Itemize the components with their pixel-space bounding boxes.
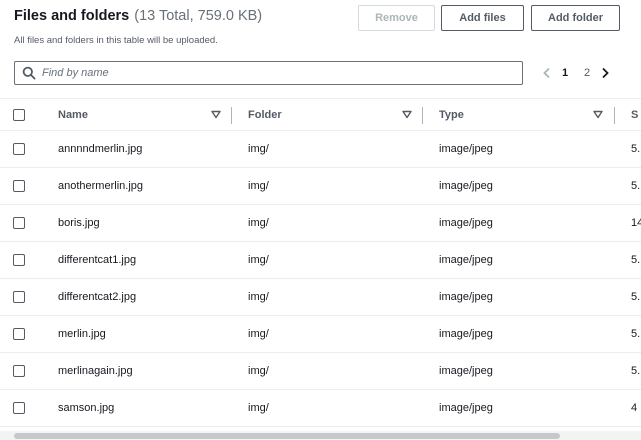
table-row[interactable]: differentcat2.jpg img/ image/jpeg 5. (0, 279, 641, 316)
cell-name: boris.jpg (58, 217, 100, 229)
column-header-folder[interactable]: Folder (248, 99, 282, 130)
cell-type: image/jpeg (439, 143, 493, 155)
search-icon (18, 62, 40, 84)
table-row[interactable]: anothermerlin.jpg img/ image/jpeg 5. (0, 168, 641, 205)
sort-name-icon[interactable] (210, 108, 222, 120)
cell-size: 5. (631, 180, 641, 192)
row-checkbox[interactable] (13, 180, 25, 192)
add-folder-button[interactable]: Add folder (531, 5, 620, 31)
cell-type: image/jpeg (439, 291, 493, 303)
column-divider[interactable] (231, 107, 232, 124)
cell-folder: img/ (248, 254, 269, 266)
cell-size: 14 (631, 217, 641, 229)
cell-folder: img/ (248, 291, 269, 303)
files-table: Name Folder Type S annnndmerlin.jpg img/… (0, 98, 641, 431)
chevron-left-icon[interactable] (540, 62, 554, 84)
cell-folder: img/ (248, 402, 269, 414)
table-header: Name Folder Type S (0, 99, 641, 131)
panel-title: Files and folders (14, 8, 130, 24)
files-counter: (13 Total, 759.0 KB) (134, 8, 263, 24)
cell-size: 5. (631, 143, 641, 155)
cell-folder: img/ (248, 217, 269, 229)
sort-type-icon[interactable] (592, 108, 604, 120)
table-row[interactable]: differentcat1.jpg img/ image/jpeg 5. (0, 242, 641, 279)
panel-header: Files and folders (13 Total, 759.0 KB) A… (14, 8, 262, 46)
add-files-button[interactable]: Add files (441, 5, 524, 31)
search-input[interactable]: Find by name (14, 61, 523, 85)
row-checkbox[interactable] (13, 143, 25, 155)
cell-name: anothermerlin.jpg (58, 180, 143, 192)
chevron-right-icon[interactable] (598, 62, 612, 84)
row-checkbox[interactable] (13, 217, 25, 229)
column-header-type[interactable]: Type (439, 99, 464, 130)
cell-type: image/jpeg (439, 365, 493, 377)
cell-size: 4 (631, 402, 638, 414)
table-row[interactable]: annnndmerlin.jpg img/ image/jpeg 5. (0, 131, 641, 168)
cell-size: 5. (631, 291, 641, 303)
column-divider[interactable] (422, 107, 423, 124)
cell-folder: img/ (248, 328, 269, 340)
cell-name: differentcat1.jpg (58, 254, 137, 266)
cell-size: 5. (631, 328, 641, 340)
cell-folder: img/ (248, 143, 269, 155)
select-all-checkbox[interactable] (13, 109, 25, 121)
row-checkbox[interactable] (13, 365, 25, 377)
cell-type: image/jpeg (439, 217, 493, 229)
cell-name: annnndmerlin.jpg (58, 143, 143, 155)
table-row[interactable]: boris.jpg img/ image/jpeg 14 (0, 205, 641, 242)
cell-name: merlinagain.jpg (58, 365, 133, 377)
cell-name: differentcat2.jpg (58, 291, 137, 303)
row-checkbox[interactable] (13, 328, 25, 340)
cell-folder: img/ (248, 365, 269, 377)
row-checkbox[interactable] (13, 291, 25, 303)
cell-type: image/jpeg (439, 402, 493, 414)
cell-name: merlin.jpg (58, 328, 106, 340)
remove-button[interactable]: Remove (358, 5, 435, 31)
cell-size: 5. (631, 365, 641, 377)
cell-name: samson.jpg (58, 402, 115, 414)
cell-folder: img/ (248, 180, 269, 192)
panel-description: All files and folders in this table will… (14, 35, 218, 46)
search-placeholder: Find by name (42, 67, 109, 79)
row-checkbox[interactable] (13, 254, 25, 266)
table-row[interactable]: samson.jpg img/ image/jpeg 4 (0, 390, 641, 427)
cell-type: image/jpeg (439, 254, 493, 266)
pagination: 1 2 (540, 62, 612, 84)
cell-type: image/jpeg (439, 328, 493, 340)
page-1-button[interactable]: 1 (554, 67, 576, 79)
sort-folder-icon[interactable] (401, 108, 413, 120)
scrollbar-thumb[interactable] (14, 433, 560, 439)
column-header-name[interactable]: Name (58, 99, 88, 130)
title-row: Files and folders (13 Total, 759.0 KB) (14, 8, 262, 26)
cell-size: 5. (631, 254, 641, 266)
table-row[interactable]: merlinagain.jpg img/ image/jpeg 5. (0, 353, 641, 390)
row-checkbox[interactable] (13, 402, 25, 414)
table-row[interactable]: merlin.jpg img/ image/jpeg 5. (0, 316, 641, 353)
column-header-size[interactable]: S (631, 99, 638, 130)
cell-type: image/jpeg (439, 180, 493, 192)
page-2-button[interactable]: 2 (576, 67, 598, 79)
column-divider[interactable] (614, 107, 615, 124)
files-and-folders-panel: Files and folders (13 Total, 759.0 KB) A… (0, 0, 641, 440)
